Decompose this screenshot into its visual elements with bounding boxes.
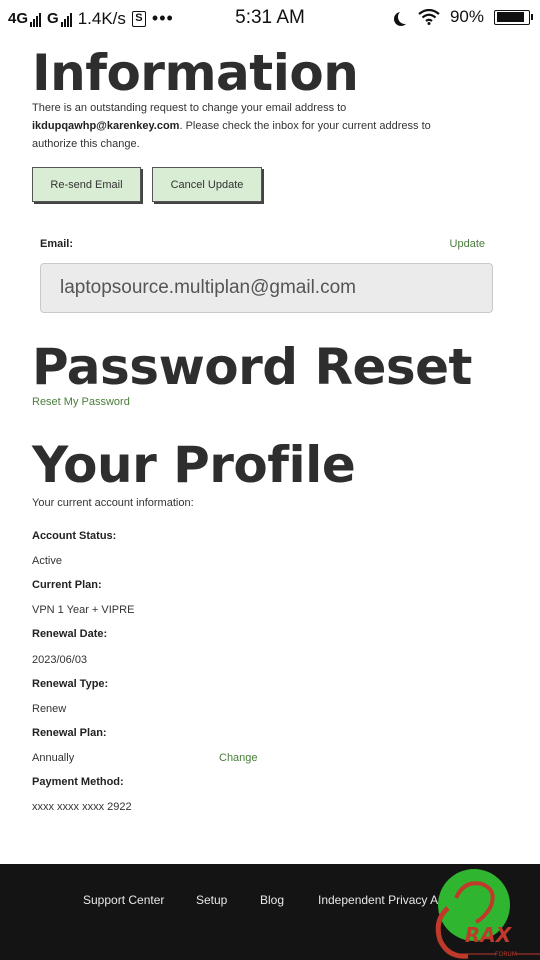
status-bar: 4G G 1.4K/s S ••• 5:31 AM 90% bbox=[0, 0, 540, 36]
footer-link-privacy[interactable]: Independent Privacy Au bbox=[318, 893, 445, 907]
current-plan-label: Current Plan: bbox=[32, 579, 102, 591]
cancel-update-button[interactable]: Cancel Update bbox=[152, 167, 262, 202]
renewal-date-label: Renewal Date: bbox=[32, 628, 108, 640]
pending-email: ikdupqawhp@karenkey.com bbox=[32, 120, 180, 132]
renewal-date-value: 2023/06/03 bbox=[32, 654, 88, 666]
logo-subtext: FORUM bbox=[495, 951, 517, 958]
email-change-notice: There is an outstanding request to chang… bbox=[32, 99, 452, 153]
account-status-label: Account Status: bbox=[32, 530, 117, 542]
email-field[interactable]: laptopsource.multiplan@gmail.com bbox=[40, 263, 493, 313]
renewal-plan-label: Renewal Plan: bbox=[32, 727, 107, 739]
logo-text: RAX bbox=[465, 923, 513, 947]
profile-title: Your Profile bbox=[32, 436, 356, 494]
account-status-value: Active bbox=[32, 555, 62, 567]
password-reset-title: Password Reset bbox=[32, 338, 472, 396]
battery-icon bbox=[494, 9, 533, 25]
profile-subtitle: Your current account information: bbox=[32, 497, 194, 509]
renewal-type-value: Renew bbox=[32, 703, 67, 715]
resend-email-button[interactable]: Re-send Email bbox=[32, 167, 141, 202]
rax-forum-logo: RAX FORUM bbox=[435, 869, 540, 959]
current-plan-value: VPN 1 Year + VIPRE bbox=[32, 604, 135, 616]
wifi-icon bbox=[418, 9, 440, 25]
update-email-link[interactable]: Update bbox=[450, 238, 485, 250]
status-right: 90% bbox=[394, 7, 533, 27]
footer-link-support-center[interactable]: Support Center bbox=[83, 893, 164, 907]
email-label: Email: bbox=[40, 238, 74, 250]
renewal-type-label: Renewal Type: bbox=[32, 678, 109, 690]
information-title: Information bbox=[32, 44, 359, 102]
battery-percent: 90% bbox=[449, 7, 484, 26]
reset-password-link[interactable]: Reset My Password bbox=[32, 396, 130, 408]
notice-text-pre: There is an outstanding request to chang… bbox=[32, 102, 347, 114]
moon-icon bbox=[398, 10, 412, 24]
renewal-plan-value: Annually bbox=[32, 752, 75, 764]
payment-method-value: xxxx xxxx xxxx 2922 bbox=[32, 801, 132, 813]
change-plan-link[interactable]: Change bbox=[219, 752, 258, 764]
footer-link-blog[interactable]: Blog bbox=[260, 893, 284, 907]
payment-method-label: Payment Method: bbox=[32, 776, 124, 788]
footer-link-setup[interactable]: Setup bbox=[196, 893, 227, 907]
